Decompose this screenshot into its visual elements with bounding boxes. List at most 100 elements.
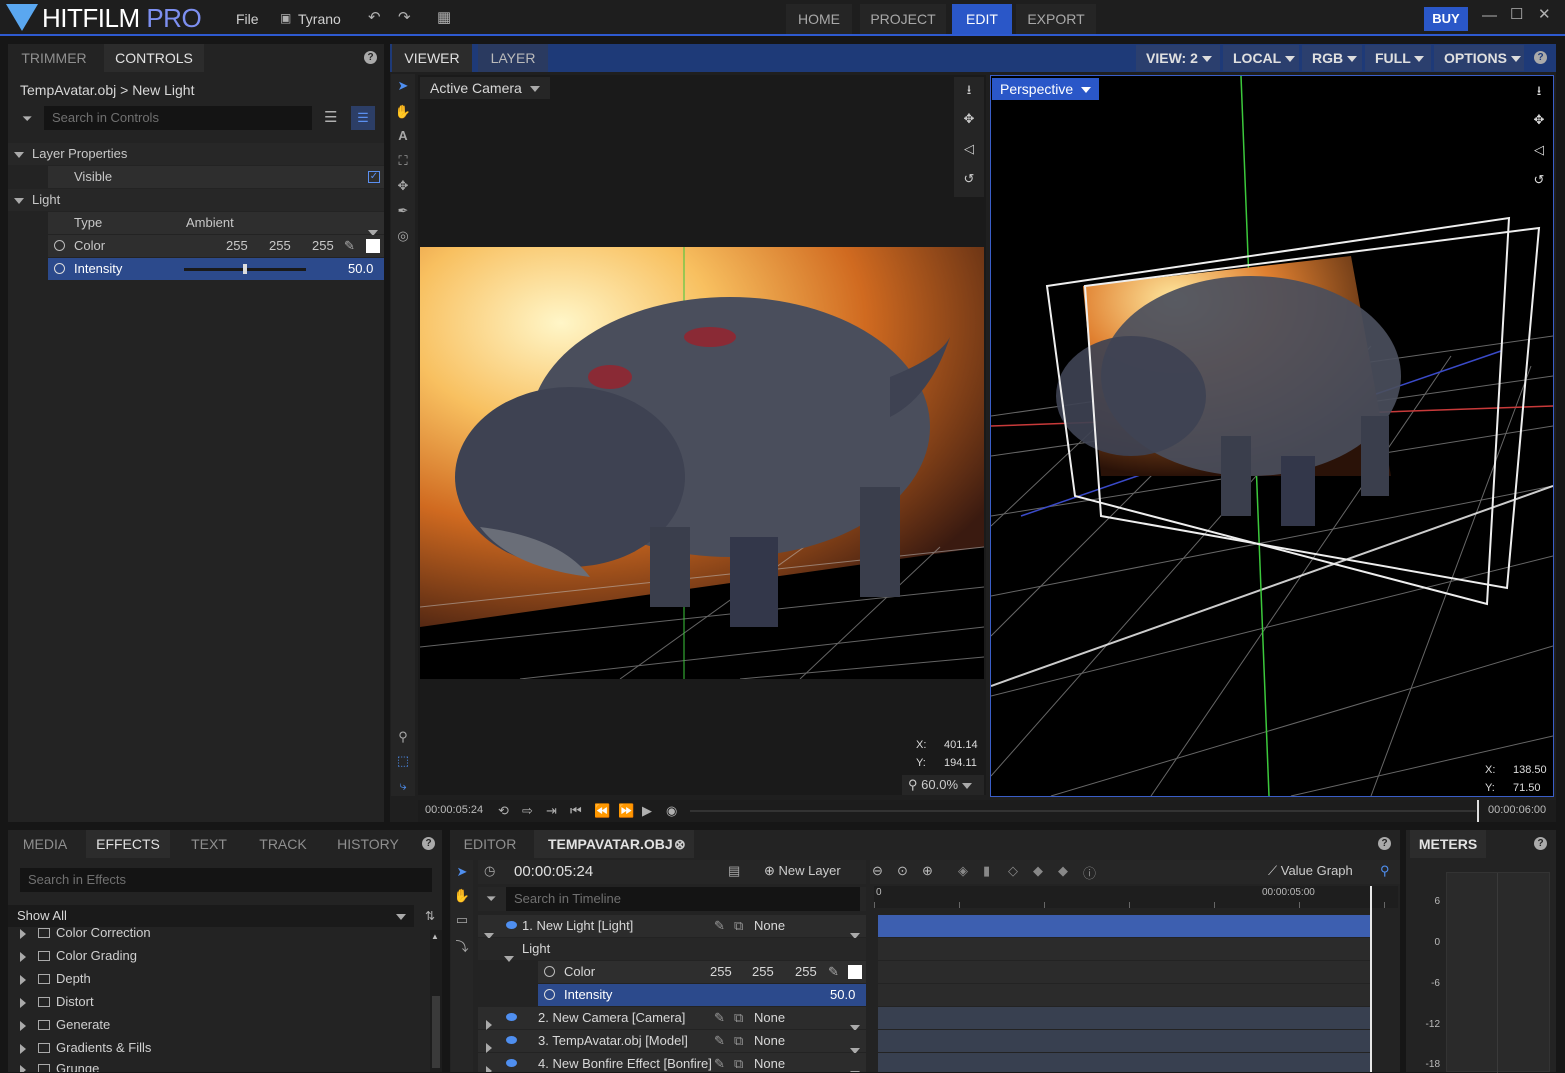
link-icon[interactable]: ⧉: [734, 1030, 743, 1052]
type-dropdown[interactable]: Ambient: [186, 212, 234, 234]
next-frame-icon[interactable]: ⏩: [618, 803, 634, 818]
help-icon[interactable]: ?: [422, 837, 435, 850]
light-layer-bar[interactable]: [878, 915, 1372, 937]
project-name[interactable]: Tyrano: [298, 11, 341, 27]
zoom-tool-icon[interactable]: ⚲: [393, 729, 413, 745]
value-graph-button[interactable]: ⟋ Value Graph: [1268, 863, 1353, 879]
color-g-value[interactable]: 255: [269, 235, 291, 257]
reset-view-icon[interactable]: ↺: [1529, 172, 1549, 188]
tab-text[interactable]: TEXT: [178, 830, 240, 858]
list-item[interactable]: Color Grading: [20, 945, 137, 967]
light-subgroup[interactable]: Light: [478, 938, 866, 962]
help-icon[interactable]: ?: [364, 51, 377, 64]
tab-viewer[interactable]: VIEWER: [392, 44, 472, 72]
effects-search-input[interactable]: Search in Effects: [20, 868, 432, 892]
full-dropdown[interactable]: FULL: [1365, 45, 1431, 71]
keyframe-icon[interactable]: [544, 966, 555, 977]
tab-trimmer[interactable]: TRIMMER: [12, 44, 96, 72]
keyframe-linear-icon[interactable]: ◈: [958, 863, 968, 879]
color-b-value[interactable]: 255: [795, 961, 817, 983]
keyframe-icon[interactable]: [54, 263, 65, 274]
camera-rotate-icon[interactable]: ◁: [1529, 142, 1549, 158]
pen-tool-icon[interactable]: ✒: [393, 203, 413, 219]
select-tool-icon[interactable]: ➤: [393, 78, 413, 94]
pencil-icon[interactable]: ✎: [714, 1007, 725, 1029]
intensity-value[interactable]: 50.0: [348, 258, 373, 280]
filter-icon[interactable]: ⏷: [486, 891, 496, 907]
help-icon[interactable]: ?: [1534, 51, 1547, 64]
maximize-icon[interactable]: ☐: [1510, 7, 1523, 22]
color-r-value[interactable]: 255: [226, 235, 248, 257]
rgb-dropdown[interactable]: RGB: [1302, 45, 1362, 71]
eye-icon[interactable]: [506, 1059, 517, 1067]
info-icon[interactable]: ⓘ: [1083, 863, 1096, 882]
slice-tool-icon[interactable]: ⤵: [452, 936, 472, 955]
play-icon[interactable]: ▶: [642, 803, 652, 818]
color-swatch[interactable]: [848, 965, 862, 979]
close-tab-icon[interactable]: ⊗: [674, 830, 686, 858]
zoom-fit-icon[interactable]: ⚲: [1380, 863, 1390, 879]
file-menu[interactable]: File: [236, 11, 259, 27]
tab-media[interactable]: MEDIA: [12, 830, 78, 858]
eyedropper-icon[interactable]: ✎: [828, 961, 839, 983]
motion-path-icon[interactable]: ⤷: [393, 778, 413, 794]
minimize-icon[interactable]: —: [1482, 8, 1497, 23]
export-frame-icon[interactable]: ⇨: [522, 803, 533, 818]
pencil-icon[interactable]: ✎: [714, 1030, 725, 1052]
tab-controls[interactable]: CONTROLS: [104, 44, 204, 72]
light-group[interactable]: Light: [8, 189, 384, 211]
eyedropper-icon[interactable]: ✎: [344, 235, 355, 257]
camera-dropdown[interactable]: Active Camera: [420, 77, 550, 99]
buy-button[interactable]: BUY: [1424, 7, 1468, 31]
tab-edit[interactable]: EDIT: [952, 4, 1012, 34]
undo-icon[interactable]: ↶: [368, 10, 381, 25]
text-tool-icon[interactable]: A: [393, 128, 413, 143]
eye-icon[interactable]: [506, 1013, 517, 1021]
select-tool-icon[interactable]: ➤: [452, 864, 472, 880]
tab-export[interactable]: EXPORT: [1016, 4, 1096, 34]
parent-dropdown[interactable]: None: [754, 1030, 785, 1052]
pan-icon[interactable]: ✥: [1529, 112, 1549, 128]
playhead[interactable]: [1477, 800, 1479, 822]
next-keyframe-icon[interactable]: ⊕: [922, 863, 933, 879]
tab-home[interactable]: HOME: [786, 4, 852, 34]
reset-view-icon[interactable]: ↺: [959, 171, 979, 187]
save-icon[interactable]: ▣: [280, 11, 291, 26]
color-swatch[interactable]: [366, 239, 380, 253]
insert-icon[interactable]: ⇥: [546, 803, 557, 818]
timecode[interactable]: 00:00:05:24: [514, 863, 593, 880]
layer-properties-group[interactable]: Layer Properties: [8, 143, 384, 165]
timeline-search-input[interactable]: Search in Timeline: [506, 887, 860, 911]
list-item[interactable]: Generate: [20, 1014, 110, 1036]
help-icon[interactable]: ?: [1534, 837, 1547, 850]
controls-search-input[interactable]: Search in Controls: [44, 106, 312, 130]
tab-editor[interactable]: EDITOR: [454, 830, 526, 858]
tab-tempavatar[interactable]: TEMPAVATAR.OBJ ⊗: [534, 830, 694, 858]
layer-row-camera[interactable]: 2. New Camera [Camera] ✎ ⧉ None: [478, 1007, 866, 1031]
help-icon[interactable]: ?: [1378, 837, 1391, 850]
tab-track[interactable]: TRACK: [248, 830, 318, 858]
zoom-dropdown[interactable]: ⚲ 60.0%: [902, 775, 984, 795]
eye-icon[interactable]: [506, 921, 517, 929]
visible-checkbox[interactable]: ✓: [368, 171, 380, 183]
prev-frame-icon[interactable]: ⏪: [594, 803, 610, 818]
close-icon[interactable]: ✕: [1538, 7, 1551, 22]
keyframe-smooth-icon[interactable]: ◆: [1058, 863, 1068, 879]
camera-layer-bar[interactable]: [878, 1007, 1372, 1029]
viewer-scrubber[interactable]: [690, 810, 1476, 812]
link-icon[interactable]: ⧉: [734, 915, 743, 937]
detail-view-icon[interactable]: ☰: [351, 106, 375, 130]
model-layer-bar[interactable]: [878, 1030, 1372, 1052]
sort-icon[interactable]: ⇅: [425, 909, 435, 924]
list-item[interactable]: Grunge: [20, 1058, 99, 1072]
layer-row-light[interactable]: 1. New Light [Light] ✎ ⧉ None: [478, 915, 866, 939]
layer-row-bonfire[interactable]: 4. New Bonfire Effect [Bonfire] ✎ ⧉ None: [478, 1053, 866, 1072]
add-keyframe-icon[interactable]: ⊙: [897, 863, 908, 879]
perspective-dropdown[interactable]: Perspective: [992, 78, 1100, 100]
hand-tool-icon[interactable]: ✋: [393, 104, 413, 120]
pencil-icon[interactable]: ✎: [714, 1053, 725, 1072]
perspective-viewport[interactable]: Perspective ⭳ ✥ ◁ ↺ X: 138.50 Y: 71.50: [990, 75, 1554, 797]
list-item[interactable]: Gradients & Fills: [20, 1037, 151, 1059]
timeline-playhead[interactable]: [1370, 886, 1372, 1072]
pencil-icon[interactable]: ✎: [714, 915, 725, 937]
